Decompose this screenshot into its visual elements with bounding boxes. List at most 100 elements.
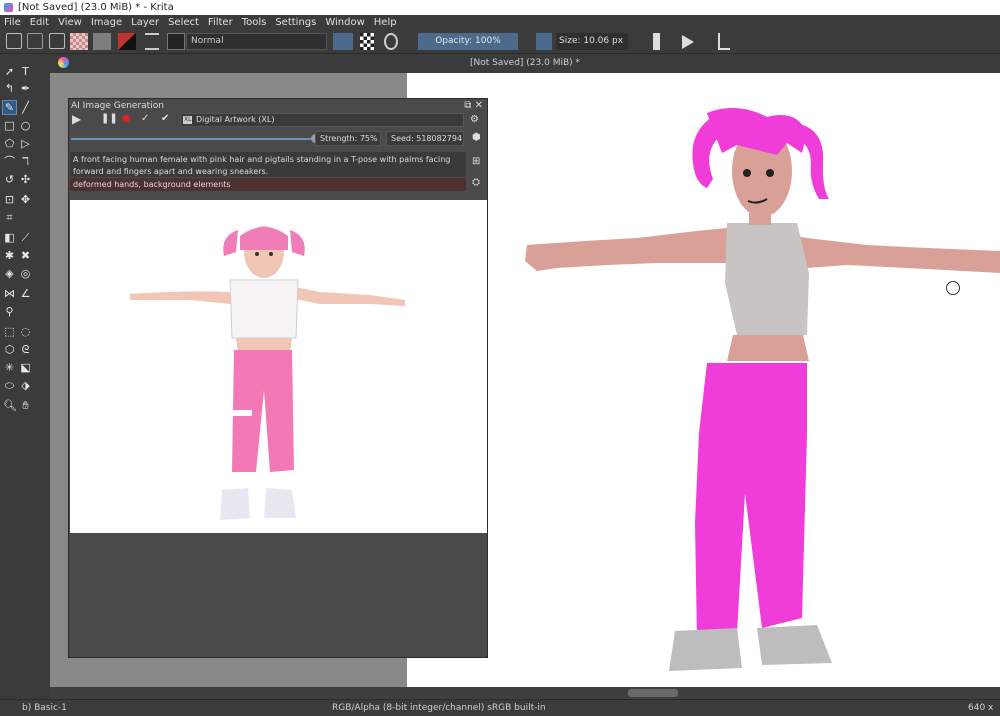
eraser-mode-icon[interactable] xyxy=(333,33,353,50)
transform-tool-icon[interactable]: ⊡ xyxy=(3,193,16,206)
size-slider[interactable]: Size: 10.06 px xyxy=(556,33,628,50)
menu-settings[interactable]: Settings xyxy=(275,17,316,28)
sketch-figure xyxy=(525,107,1000,671)
assistant-icon[interactable]: ⋈ xyxy=(3,287,16,300)
polyline-tool-icon[interactable]: ▷ xyxy=(19,137,32,150)
bezier-tool-icon[interactable]: ⌒ xyxy=(3,155,16,168)
menu-help[interactable]: Help xyxy=(374,17,397,28)
opacity-slider[interactable]: Opacity: 100% xyxy=(418,33,518,50)
menu-window[interactable]: Window xyxy=(325,17,364,28)
add-region-icon[interactable]: ⊞ xyxy=(472,156,480,167)
pause-icon[interactable]: ❚❚ xyxy=(101,113,118,124)
menu-image[interactable]: Image xyxy=(91,17,122,28)
pan-tool-icon[interactable]: ✋︎ xyxy=(19,399,32,412)
freehand-select-icon[interactable]: ᘓ xyxy=(19,343,32,356)
fg-bg-color-icon[interactable] xyxy=(118,33,136,50)
pattern-swatch[interactable] xyxy=(93,33,111,50)
sketch-shoes xyxy=(669,625,832,671)
menu-view[interactable]: View xyxy=(58,17,82,28)
menu-select[interactable]: Select xyxy=(168,17,199,28)
strength-field[interactable]: Strength: 75% xyxy=(315,131,381,146)
menu-filter[interactable]: Filter xyxy=(208,17,233,28)
select-shapes-icon[interactable]: ➚ xyxy=(3,65,16,78)
ellipse-tool-icon[interactable]: ○ xyxy=(19,119,32,132)
mirror-vertical-icon[interactable] xyxy=(682,35,696,49)
freehand-path-icon[interactable]: ℸ xyxy=(19,155,32,168)
size-preview xyxy=(536,33,552,50)
line-tool-icon[interactable]: ╱ xyxy=(19,101,32,114)
model-label: Digital Artwork (XL) xyxy=(196,115,275,124)
mirror-horizontal-icon[interactable] xyxy=(646,33,660,50)
document-icon xyxy=(58,57,69,68)
document-tab[interactable]: [Not Saved] (23.0 MiB) * xyxy=(50,54,1000,73)
color-picker-icon[interactable]: ⟋ xyxy=(19,231,32,244)
edit-shapes-icon[interactable]: ↰ xyxy=(3,82,16,95)
measure-tool-icon[interactable]: ∠ xyxy=(19,287,32,300)
rectangle-tool-icon[interactable]: □ xyxy=(3,119,16,132)
menu-file[interactable]: File xyxy=(4,17,21,28)
docker-window-buttons: ⧉ ✕ xyxy=(464,100,483,111)
blend-mode-select[interactable]: Normal xyxy=(186,33,327,50)
wrap-around-icon[interactable] xyxy=(718,33,730,50)
fill-tool-icon[interactable]: ◈ xyxy=(3,267,16,280)
gradient-swatch[interactable] xyxy=(70,33,88,50)
menu-bar: File Edit View Image Layer Select Filter… xyxy=(0,15,1000,29)
assistant-tool-icon[interactable]: ✖ xyxy=(19,249,32,262)
calligraphy-icon[interactable]: ✒ xyxy=(19,82,32,95)
polygon-select-icon[interactable]: ⬡ xyxy=(3,343,16,356)
settings-icon[interactable]: ⚙ xyxy=(470,114,479,125)
model-select[interactable]: XL Digital Artwork (XL) xyxy=(180,113,464,127)
drawing-canvas[interactable] xyxy=(407,73,1000,687)
save-icon[interactable] xyxy=(49,33,65,49)
xl-badge: XL xyxy=(183,116,193,124)
contiguous-select-icon[interactable]: ✳ xyxy=(3,361,16,374)
brush-cursor xyxy=(946,281,960,295)
prompt-field[interactable]: A front facing human female with pink ha… xyxy=(70,152,466,177)
multibrush-icon[interactable]: ✣ xyxy=(19,173,32,186)
similar-select-icon[interactable]: ⬕ xyxy=(19,361,32,374)
toolbox: ➚ T ↰ ✒ ✎ ╱ □ ○ ⬠ ▷ ⌒ ℸ ↺ ✣ ⊡ ✥ ⌗ ◧ ⟋ ✱ … xyxy=(0,62,36,688)
apply-all-icon[interactable]: ✔ xyxy=(161,113,169,124)
brush-preset-icon[interactable] xyxy=(167,33,185,50)
apply-icon[interactable]: ✓ xyxy=(141,113,149,124)
brush-settings-icon[interactable] xyxy=(145,33,159,50)
close-icon[interactable]: ✕ xyxy=(475,100,483,111)
record-icon[interactable]: ● xyxy=(122,113,131,124)
rect-select-icon[interactable]: ⬚ xyxy=(3,325,16,338)
text-tool-icon[interactable]: T xyxy=(19,65,32,78)
smart-patch-icon[interactable]: ✱ xyxy=(3,249,16,262)
dynamic-brush-icon[interactable]: ↺ xyxy=(3,173,16,186)
window-title: [Not Saved] (23.0 MiB) * - Krita xyxy=(18,2,174,13)
play-icon[interactable]: ▶ xyxy=(72,112,81,126)
ellipse-select-icon[interactable]: ◌ xyxy=(19,325,32,338)
random-seed-icon[interactable]: ⬢ xyxy=(472,132,481,143)
new-document-icon[interactable] xyxy=(6,33,22,49)
strength-slider-fill[interactable] xyxy=(71,138,311,140)
gradient-tool-icon[interactable]: ◧ xyxy=(3,231,16,244)
reload-preset-icon[interactable] xyxy=(384,33,398,50)
bezier-select-icon[interactable]: ⬭ xyxy=(3,379,16,392)
crop-tool-icon[interactable]: ⌗ xyxy=(3,211,16,224)
status-bar: b) Basic-1 RGB/Alpha (8-bit integer/chan… xyxy=(0,699,1000,716)
open-document-icon[interactable] xyxy=(27,33,43,49)
enclose-fill-icon[interactable]: ◎ xyxy=(19,267,32,280)
negative-prompt-field[interactable]: deformed hands, background elements xyxy=(70,178,466,191)
reference-tool-icon[interactable]: ⚲ xyxy=(3,305,16,318)
main-toolbar: Normal Opacity: 100% Size: 10.06 px xyxy=(0,29,1000,54)
preserve-alpha-icon[interactable] xyxy=(360,33,374,50)
float-icon[interactable]: ⧉ xyxy=(464,100,471,111)
horizontal-scrollbar[interactable] xyxy=(50,687,1000,699)
seed-field[interactable]: Seed: 518082794 xyxy=(386,131,464,146)
menu-edit[interactable]: Edit xyxy=(30,17,49,28)
sketch-pants xyxy=(695,363,807,638)
freehand-brush-icon[interactable]: ✎ xyxy=(2,100,17,115)
move-tool-icon[interactable]: ✥ xyxy=(19,193,32,206)
polygon-tool-icon[interactable]: ⬠ xyxy=(3,137,16,150)
generated-preview[interactable] xyxy=(70,200,487,533)
menu-layer[interactable]: Layer xyxy=(131,17,159,28)
zoom-tool-icon[interactable]: 🔍︎ xyxy=(3,399,17,412)
region-layers-icon[interactable]: ⛭ xyxy=(472,177,480,188)
menu-tools[interactable]: Tools xyxy=(242,17,267,28)
magnetic-select-icon[interactable]: ⬗ xyxy=(19,379,32,392)
scrollbar-thumb[interactable] xyxy=(628,689,678,697)
